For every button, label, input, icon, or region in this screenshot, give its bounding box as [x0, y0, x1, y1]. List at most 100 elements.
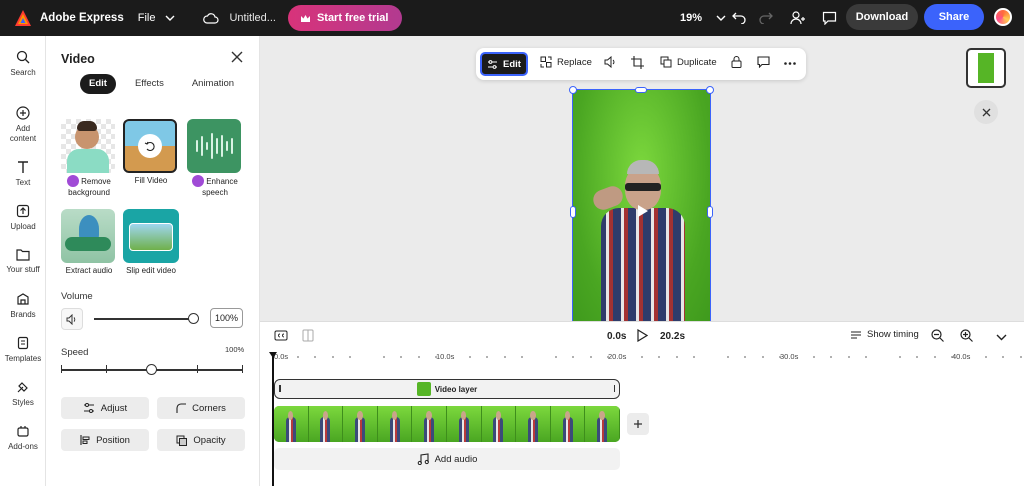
- collapse-timeline-icon[interactable]: [996, 332, 1007, 344]
- ruler-tick: [847, 356, 850, 358]
- speed-tick: [242, 365, 243, 373]
- comment-button[interactable]: [757, 56, 770, 68]
- tab-edit[interactable]: Edit: [80, 74, 116, 94]
- rail-item-search[interactable]: Search: [0, 50, 46, 77]
- trim-handle-left[interactable]: [279, 385, 281, 392]
- resize-handle-top-left[interactable]: [569, 86, 577, 94]
- file-menu[interactable]: File: [138, 12, 176, 24]
- tab-animation[interactable]: Animation: [183, 74, 243, 94]
- ruler-tick: [658, 356, 661, 358]
- resize-handle-left[interactable]: [570, 206, 576, 218]
- panel-title: Video: [61, 52, 95, 66]
- corners-button[interactable]: Corners: [157, 397, 245, 419]
- resize-handle-top-right[interactable]: [706, 86, 714, 94]
- volume-slider-track[interactable]: [94, 318, 194, 320]
- volume-button[interactable]: [61, 308, 83, 330]
- avatar[interactable]: [994, 8, 1012, 26]
- rail-item-templates[interactable]: Templates: [0, 336, 46, 363]
- rail-item-styles[interactable]: Styles: [0, 380, 46, 407]
- rail-item-text[interactable]: Text: [0, 160, 46, 187]
- comment-icon[interactable]: [820, 9, 838, 27]
- tab-effects[interactable]: Effects: [126, 74, 173, 94]
- tool-fill-video[interactable]: Fill Video: [123, 119, 179, 186]
- tool-remove-background[interactable]: Remove background: [61, 119, 117, 198]
- document-title[interactable]: Untitled...: [229, 12, 275, 24]
- undo-icon[interactable]: [730, 9, 748, 27]
- share-button[interactable]: Share: [924, 4, 984, 30]
- replace-button[interactable]: Replace: [540, 56, 592, 68]
- zoom-level: 19%: [680, 12, 703, 24]
- play-icon[interactable]: [635, 204, 649, 218]
- speaker-icon: [66, 313, 76, 325]
- tool-enhance-speech[interactable]: Enhance speech: [187, 119, 243, 198]
- show-timing-button[interactable]: Show timing: [850, 329, 919, 340]
- timing-icon: [851, 330, 861, 339]
- selected-video[interactable]: [572, 89, 711, 322]
- resize-handle-top[interactable]: [635, 87, 647, 93]
- volume-slider-knob[interactable]: [188, 313, 199, 324]
- duplicate-button[interactable]: Duplicate: [660, 56, 717, 68]
- split-icon[interactable]: [302, 329, 314, 345]
- download-button[interactable]: Download: [846, 4, 918, 30]
- extract-audio-thumbnail: [61, 209, 115, 263]
- sliders-icon: [83, 403, 94, 413]
- close-pages-button[interactable]: [974, 100, 998, 124]
- rail-item-add-ons[interactable]: Add-ons: [0, 424, 46, 451]
- zoom-in-icon[interactable]: [960, 329, 973, 345]
- adjust-button[interactable]: Adjust: [61, 397, 149, 419]
- captions-icon[interactable]: [274, 330, 288, 344]
- lock-button[interactable]: [731, 56, 742, 68]
- timeline-ruler[interactable]: 0.0s 10.0s 20.0s 30.0s 40.0s: [272, 352, 1022, 364]
- more-button[interactable]: [784, 62, 796, 65]
- ruler-tick: [985, 356, 988, 358]
- video-layer-label: Video layer: [434, 384, 478, 394]
- rail-item-add-content[interactable]: Add content: [0, 106, 46, 144]
- close-icon[interactable]: [230, 50, 244, 64]
- tool-slip-edit-video[interactable]: Slip edit video: [123, 209, 179, 276]
- edit-button[interactable]: Edit: [480, 52, 528, 76]
- page-thumbnail[interactable]: [966, 48, 1006, 88]
- resize-handle-right[interactable]: [707, 206, 713, 218]
- position-button[interactable]: Position: [61, 429, 149, 451]
- file-menu-label: File: [137, 12, 156, 24]
- context-toolbar: Edit Replace Duplicate: [476, 48, 806, 80]
- duplicate-icon: [660, 56, 672, 68]
- total-time: 20.2s: [660, 331, 686, 342]
- video-layer-track[interactable]: Video layer: [274, 379, 620, 399]
- cloud-icon[interactable]: [203, 12, 219, 24]
- rail-item-upload[interactable]: Upload: [0, 204, 46, 231]
- add-audio-button[interactable]: Add audio: [274, 448, 620, 470]
- adobe-express-logo[interactable]: [14, 9, 32, 27]
- ruler-tick: [520, 356, 523, 358]
- redo-icon[interactable]: [757, 9, 775, 27]
- rail-item-brands[interactable]: Brands: [0, 292, 46, 319]
- speed-slider-knob[interactable]: [146, 364, 157, 375]
- playhead[interactable]: [269, 352, 277, 486]
- remove-background-thumbnail: [61, 119, 115, 173]
- collaborate-icon[interactable]: [789, 9, 807, 27]
- volume-toolbar-button[interactable]: [604, 56, 617, 68]
- video-clip-filmstrip[interactable]: [274, 406, 620, 442]
- ruler-tick: [950, 356, 953, 358]
- duplicate-label: Duplicate: [677, 56, 717, 68]
- premium-icon: [67, 175, 80, 187]
- start-free-trial-button[interactable]: Start free trial: [287, 5, 403, 31]
- volume-value[interactable]: 100%: [210, 308, 243, 328]
- chevron-down-icon: [716, 15, 726, 21]
- add-clip-button[interactable]: [627, 413, 649, 435]
- tool-label: Extract audio: [65, 266, 113, 275]
- addons-icon: [17, 426, 29, 437]
- tool-extract-audio[interactable]: Extract audio: [61, 209, 117, 276]
- ruler-tick: [744, 356, 747, 358]
- play-icon[interactable]: [636, 328, 649, 345]
- opacity-button[interactable]: Opacity: [157, 429, 245, 451]
- rail-item-your-stuff[interactable]: Your stuff: [0, 248, 46, 274]
- zoom-control[interactable]: 19%: [680, 0, 726, 36]
- ruler-tick: [778, 356, 781, 358]
- tool-label: Enhance speech: [202, 177, 238, 197]
- trim-handle-right[interactable]: [613, 385, 615, 392]
- crop-button[interactable]: [631, 56, 644, 69]
- corners-label: Corners: [192, 402, 226, 414]
- crown-icon: [300, 14, 310, 22]
- zoom-out-icon[interactable]: [931, 329, 944, 345]
